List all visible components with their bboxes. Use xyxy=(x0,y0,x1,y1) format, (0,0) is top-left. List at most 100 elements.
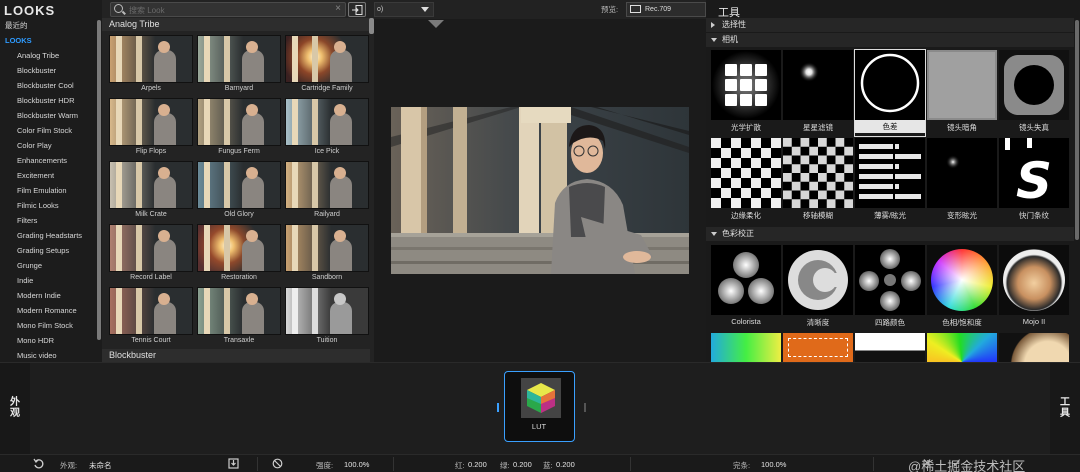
chevron-down-icon xyxy=(711,232,717,236)
section-header-analog-tribe[interactable]: Analog Tribe xyxy=(102,18,370,31)
group-selective[interactable]: 选择性 xyxy=(706,18,1074,32)
sidebar-item[interactable]: Color Play xyxy=(0,138,96,153)
green-value[interactable]: 0.200 xyxy=(513,460,532,469)
preview-select[interactable]: Rec.709 xyxy=(626,2,706,17)
mix-value[interactable]: 100.0% xyxy=(761,460,786,469)
look-thumbnail[interactable]: Arpels xyxy=(109,35,193,97)
thumbnail-label: Flip Flops xyxy=(135,148,167,155)
tool-tile[interactable]: 镜头暗角 xyxy=(927,50,997,136)
sidebar-item[interactable]: LOOKS xyxy=(0,33,96,48)
tool-label: Mojo II xyxy=(1022,317,1046,326)
group-camera[interactable]: 相机 xyxy=(706,33,1074,47)
look-browser: 搜索 Look × Analog Tribe Arpels Barnyard Car… xyxy=(102,0,374,362)
look-thumbnail[interactable]: Tuition xyxy=(285,287,369,348)
sidebar-item[interactable]: Filmic Looks xyxy=(0,198,96,213)
sidebar-item[interactable]: 最近的 xyxy=(0,18,96,33)
clear-search-icon[interactable]: × xyxy=(335,3,341,14)
sidebar-item[interactable]: Blockbuster Cool xyxy=(0,78,96,93)
sidebar-item[interactable]: Blockbuster Warm xyxy=(0,108,96,123)
tool-tile[interactable]: 星星滤镜 xyxy=(783,50,853,136)
sidebar-item[interactable]: Mono Film Stock xyxy=(0,318,96,333)
export-button[interactable] xyxy=(348,2,366,17)
tools-side-tab[interactable]: 工具 xyxy=(1050,363,1080,455)
look-thumbnail[interactable]: Old Glory xyxy=(197,161,281,223)
sidebar-item[interactable]: Grunge xyxy=(0,258,96,273)
look-thumbnail[interactable]: Record Label xyxy=(109,224,193,286)
tool-thumbnail xyxy=(783,50,853,120)
tool-tile[interactable]: Mojo II xyxy=(999,245,1069,331)
tool-tile-partial[interactable] xyxy=(783,333,853,362)
tools-scrollbar[interactable] xyxy=(1075,20,1079,240)
reset-icon[interactable] xyxy=(33,458,44,469)
sidebar-scrollbar[interactable] xyxy=(97,20,101,340)
bypass-icon[interactable] xyxy=(272,458,283,469)
thumbnail-image xyxy=(285,224,369,272)
look-thumbnail[interactable]: Tennis Court xyxy=(109,287,193,348)
tool-tile[interactable]: 变形眩光 xyxy=(927,138,997,224)
tool-label: 快门条纹 xyxy=(1019,211,1049,220)
strength-value[interactable]: 100.0% xyxy=(344,460,369,469)
tool-thumbnail xyxy=(711,138,781,208)
tool-tile-partial[interactable] xyxy=(999,333,1069,362)
look-thumbnail[interactable]: Milk Crate xyxy=(109,161,193,223)
sidebar-item[interactable]: Filters xyxy=(0,213,96,228)
tool-tile[interactable]: 移轴模糊 xyxy=(783,138,853,224)
sidebar-item[interactable]: Excitement xyxy=(0,168,96,183)
tool-tile[interactable]: 四路颜色 xyxy=(855,245,925,331)
search-input[interactable]: 搜索 Look × xyxy=(110,2,346,17)
sidebar-item[interactable]: Grading Headstarts xyxy=(0,228,96,243)
divider xyxy=(873,457,874,471)
sidebar-item[interactable]: Film Emulation xyxy=(0,183,96,198)
tool-tile-partial[interactable] xyxy=(855,333,925,362)
tool-tile-partial[interactable] xyxy=(711,333,781,362)
look-thumbnail[interactable]: Fungus Ferm xyxy=(197,98,281,160)
sidebar-item[interactable]: Music video xyxy=(0,348,96,363)
preview-label: 预览: xyxy=(601,5,619,14)
sidebar-item[interactable]: Modern Romance xyxy=(0,303,96,318)
sidebar-item[interactable]: Mono HDR xyxy=(0,333,96,348)
tool-thumbnail: S xyxy=(999,138,1069,208)
tool-tile[interactable]: 色差 xyxy=(854,49,926,137)
look-thumbnail[interactable]: Restoration xyxy=(197,224,281,286)
sidebar-item[interactable]: Grading Setups xyxy=(0,243,96,258)
section-header-blockbuster[interactable]: Blockbuster xyxy=(102,349,370,362)
sidebar-item[interactable]: Indie xyxy=(0,273,96,288)
look-thumbnail[interactable]: Barnyard xyxy=(197,35,281,97)
tool-tile[interactable]: Colorista xyxy=(711,245,781,331)
sidebar-item[interactable]: Blockbuster xyxy=(0,63,96,78)
blue-value[interactable]: 0.200 xyxy=(556,460,575,469)
tool-tile[interactable]: 镜头失真 xyxy=(999,50,1069,136)
tool-tile[interactable]: 光学扩散 xyxy=(711,50,781,136)
look-thumbnail[interactable]: Flip Flops xyxy=(109,98,193,160)
split-marker[interactable] xyxy=(428,20,444,28)
sidebar-item[interactable]: Modern Indie xyxy=(0,288,96,303)
tool-tile[interactable]: 清晰度 xyxy=(783,245,853,331)
sidebar-item[interactable]: Blockbuster HDR xyxy=(0,93,96,108)
look-thumbnail[interactable]: Transaxle xyxy=(197,287,281,348)
look-thumbnail[interactable]: Ice Pick xyxy=(285,98,369,160)
lut-tool-card[interactable]: LUT xyxy=(504,371,575,442)
group-color-correction[interactable]: 色彩校正 xyxy=(706,227,1074,241)
tool-label: 四路颜色 xyxy=(875,318,905,327)
tool-tile[interactable]: 边缘柔化 xyxy=(711,138,781,224)
sidebar-item[interactable]: Enhancements xyxy=(0,153,96,168)
sidebar-item[interactable]: Color Film Stock xyxy=(0,123,96,138)
tool-tile[interactable]: 色相/饱和度 xyxy=(927,245,997,331)
tool-tile[interactable]: 薄雾/眩光 xyxy=(855,138,925,224)
looks-side-tab[interactable]: 外观 xyxy=(0,363,30,455)
save-icon[interactable] xyxy=(228,458,239,469)
thumbnail-label: Railyard xyxy=(314,211,340,218)
look-thumbnail[interactable]: Railyard xyxy=(285,161,369,223)
tool-tile-partial[interactable] xyxy=(927,333,997,362)
tool-tile[interactable]: S 快门条纹 xyxy=(999,138,1069,224)
look-name-value[interactable]: 未命名 xyxy=(89,460,112,471)
view-mode-select[interactable]: o) xyxy=(374,2,434,17)
sidebar-item[interactable]: Analog Tribe xyxy=(0,48,96,63)
sidebar-title: LOOKS xyxy=(4,3,56,18)
red-value[interactable]: 0.200 xyxy=(468,460,487,469)
look-thumbnail[interactable]: Cartridge Family xyxy=(285,35,369,97)
tool-label: 镜头失真 xyxy=(1019,123,1049,132)
look-thumbnail[interactable]: Sandborn xyxy=(285,224,369,286)
tool-thumbnail xyxy=(783,245,853,315)
tool-thumbnail xyxy=(999,50,1069,120)
